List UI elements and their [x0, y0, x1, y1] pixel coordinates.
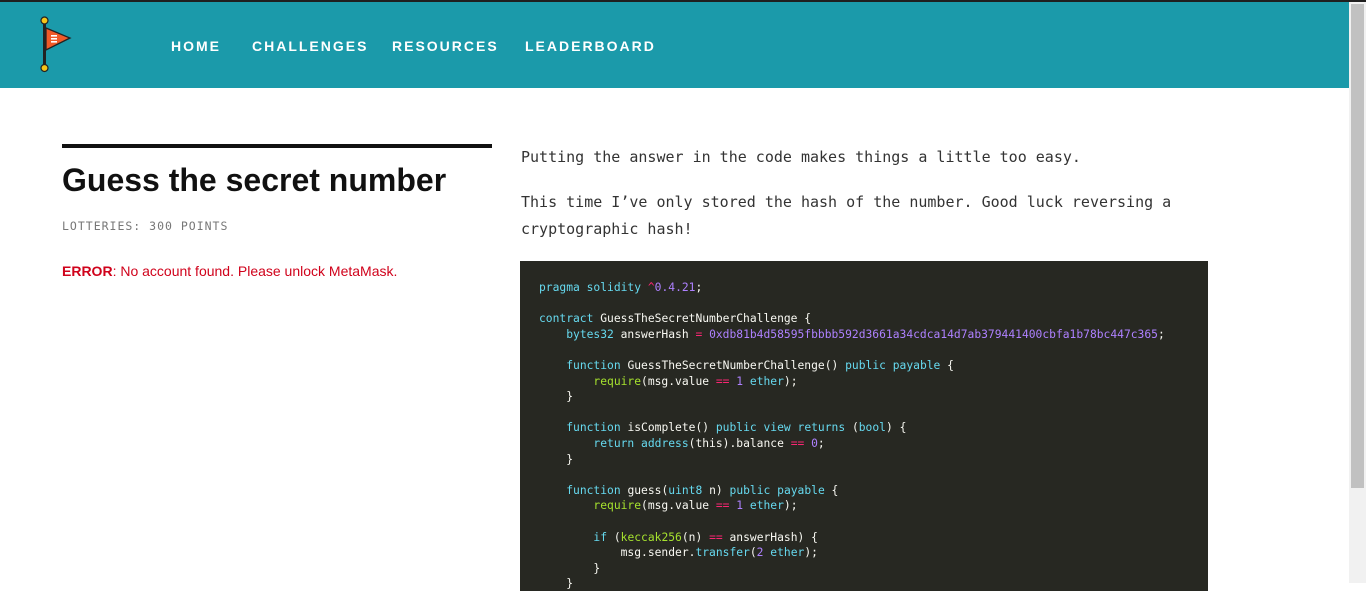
error-message: ERROR: No account found. Please unlock M… — [62, 263, 397, 279]
top-navbar: HOME CHALLENGES RESOURCES LEADERBOARD — [0, 2, 1349, 88]
code-number: 1 — [736, 374, 744, 388]
iscomplete-name: isComplete — [627, 421, 696, 435]
error-text: : No account found. Please unlock MetaMa… — [112, 263, 398, 279]
flag-icon — [40, 16, 72, 73]
nav-home[interactable]: HOME — [171, 38, 221, 54]
scrollbar-thumb[interactable] — [1351, 4, 1364, 488]
nav-leaderboard[interactable]: LEADERBOARD — [525, 38, 656, 54]
code-number: 2 — [756, 546, 764, 560]
contract-source-code: pragma solidity ^0.4.21; contract GuessT… — [520, 261, 1208, 591]
pragma-version: 0.4.21 — [654, 281, 696, 294]
home-logo-link[interactable] — [36, 16, 76, 74]
answer-hash: 0xdb81b4d58595fbbbb592d3661a34cdca14d7ab… — [709, 327, 1158, 341]
description-paragraph-2-line-1: This time I’ve only stored the hash of t… — [521, 193, 1172, 211]
guess-name: guess — [627, 483, 662, 497]
nav-resources[interactable]: RESOURCES — [392, 38, 499, 54]
challenge-category: LOTTERIES: 300 POINTS — [62, 219, 229, 233]
description-paragraph-1: Putting the answer in the code makes thi… — [521, 148, 1081, 166]
contract-name: GuessTheSecretNumberChallenge — [600, 312, 798, 326]
nav-challenges[interactable]: CHALLENGES — [252, 38, 368, 54]
code-text: pragma solidity ^0.4.21; contract GuessT… — [539, 281, 1165, 591]
title-divider — [62, 144, 492, 148]
challenge-title: Guess the secret number — [62, 162, 447, 198]
constructor-name: GuessTheSecretNumberChallenge — [627, 358, 825, 372]
code-number: 0 — [811, 436, 818, 450]
description-paragraph-2-line-2: cryptographic hash! — [521, 220, 693, 238]
error-label: ERROR — [62, 263, 113, 279]
code-number: 1 — [736, 499, 744, 513]
